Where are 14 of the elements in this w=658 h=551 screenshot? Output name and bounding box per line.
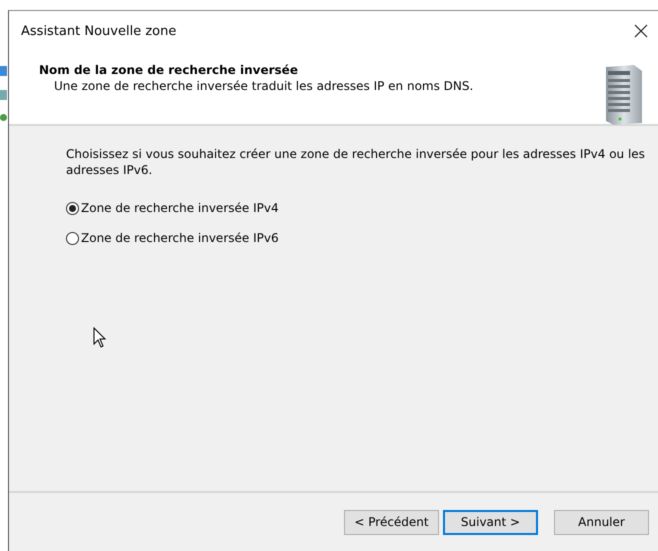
radio-button[interactable] [66, 202, 79, 214]
wizard-button[interactable]: Suivant > [443, 510, 538, 534]
window-title: Assistant Nouvelle zone [21, 24, 176, 38]
page-subtitle: Une zone de recherche inversée traduit les adresses IP en noms DNS. [54, 79, 474, 93]
close-icon[interactable] [634, 24, 648, 38]
server-icon [604, 63, 644, 127]
wizard-button[interactable]: < Précédent [344, 510, 439, 534]
radio-option[interactable]: Zone de recherche inversée IPv4 [66, 201, 279, 215]
instruction-text: Choisissez si vous souhaitez créer une zone de recherche inversée pour les adresses IPv4 ou les adresses IPv6. [66, 146, 646, 178]
page-title: Nom de la zone de recherche inversée [39, 63, 299, 77]
radio-button[interactable] [66, 232, 79, 244]
wizard-button[interactable]: Annuler [554, 510, 649, 534]
mouse-pointer-icon [93, 327, 107, 349]
radio-option[interactable]: Zone de recherche inversée IPv6 [66, 231, 279, 245]
